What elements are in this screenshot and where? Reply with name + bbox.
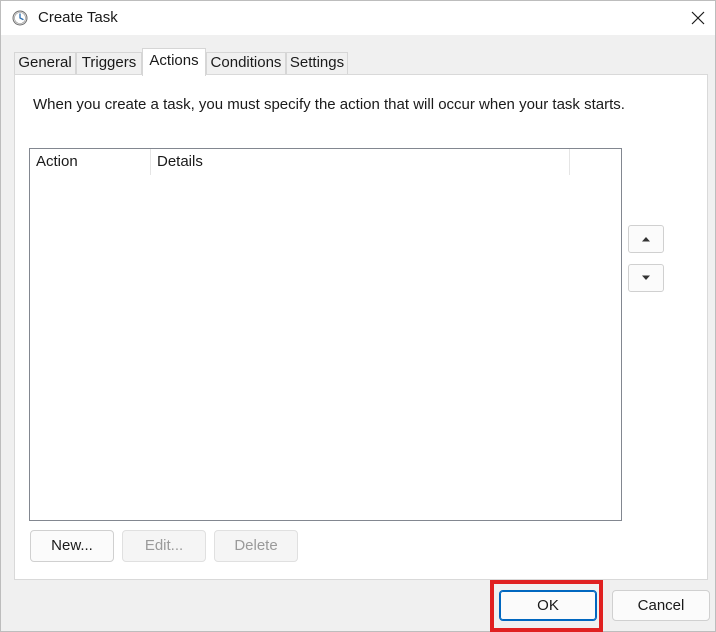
column-header-details[interactable]: Details bbox=[151, 149, 570, 175]
tab-actions[interactable]: Actions bbox=[142, 48, 206, 76]
actions-tab-panel: When you create a task, you must specify… bbox=[14, 74, 708, 580]
actions-list[interactable]: Action Details bbox=[29, 148, 622, 521]
move-up-button[interactable] bbox=[628, 225, 664, 253]
column-header-empty bbox=[570, 149, 621, 175]
close-button[interactable] bbox=[685, 5, 711, 31]
new-action-button[interactable]: New... bbox=[30, 530, 114, 562]
triangle-down-icon bbox=[642, 275, 650, 280]
tab-general[interactable]: General bbox=[14, 52, 76, 74]
cancel-button[interactable]: Cancel bbox=[612, 590, 710, 621]
edit-action-button[interactable]: Edit... bbox=[122, 530, 206, 562]
tab-triggers[interactable]: Triggers bbox=[76, 52, 142, 74]
delete-action-button[interactable]: Delete bbox=[214, 530, 298, 562]
tab-conditions[interactable]: Conditions bbox=[206, 52, 286, 74]
task-scheduler-clock-icon bbox=[12, 10, 28, 26]
move-down-button[interactable] bbox=[628, 264, 664, 292]
actions-description: When you create a task, you must specify… bbox=[33, 96, 625, 113]
create-task-dialog: Create Task General Triggers Actions Con… bbox=[0, 0, 716, 632]
triangle-up-icon bbox=[642, 237, 650, 242]
tab-settings[interactable]: Settings bbox=[286, 52, 348, 74]
list-header: Action Details bbox=[30, 149, 621, 175]
close-icon bbox=[691, 11, 705, 25]
ok-button[interactable]: OK bbox=[499, 590, 597, 621]
window-title: Create Task bbox=[38, 9, 118, 26]
title-bar: Create Task bbox=[1, 1, 715, 35]
column-header-action[interactable]: Action bbox=[30, 149, 151, 175]
